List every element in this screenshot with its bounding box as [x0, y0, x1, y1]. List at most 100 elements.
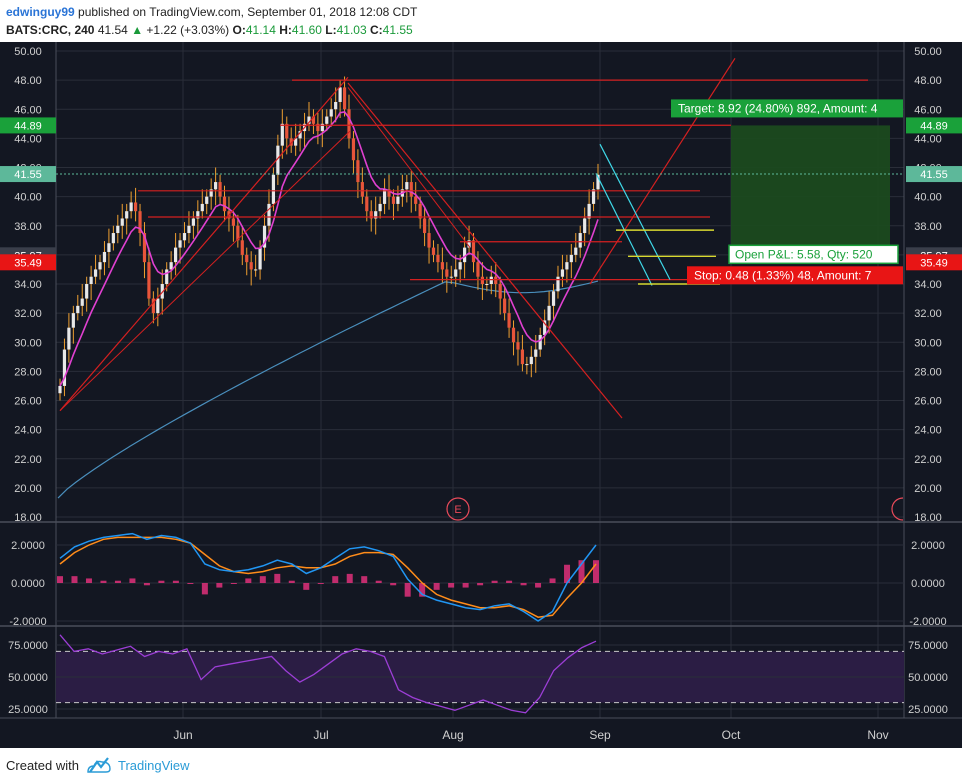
candle-body [485, 284, 489, 285]
histogram-bar [201, 583, 208, 595]
macd-y-tick-left: -2.0000 [9, 616, 46, 628]
candle-body [165, 269, 169, 284]
candle-body [351, 138, 356, 161]
y-tick-label-left: 26.00 [14, 396, 42, 408]
open-label: O: [232, 23, 246, 37]
histogram-bar [143, 583, 150, 586]
low-label: L: [325, 23, 337, 37]
pnl-label: Open P&L: 5.58, Qty: 520 [735, 247, 873, 261]
candle-body [89, 276, 93, 284]
low-value: 41.03 [336, 23, 367, 37]
candle-body [71, 313, 75, 328]
histogram-bar [491, 580, 498, 583]
candle-body [565, 262, 569, 270]
y-tick-label-left: 30.00 [14, 337, 42, 349]
x-tick-label: Jul [313, 728, 328, 742]
candle-body [129, 202, 133, 212]
candle-body [449, 276, 453, 278]
y-tick-label-left: 46.00 [14, 104, 42, 116]
candle-body [414, 196, 418, 204]
candle-body [107, 243, 111, 252]
candle-body [503, 298, 507, 314]
candle-body [111, 233, 115, 244]
histogram-bar [390, 583, 397, 586]
candle-body [280, 123, 284, 146]
high-label: H: [279, 23, 292, 37]
macd-y-tick-left: 2.0000 [11, 540, 45, 552]
histogram-bar [259, 576, 266, 583]
candle-body [556, 276, 560, 292]
macd-y-tick-right: 0.0000 [911, 578, 945, 590]
candle-body [494, 276, 498, 284]
candle-body [116, 225, 120, 234]
y-tick-label-right: 48.00 [914, 75, 942, 87]
tradingview-brand[interactable]: TradingView [118, 758, 190, 773]
candle-body [587, 203, 591, 219]
histogram-bar [230, 583, 237, 584]
candle-body [285, 123, 289, 139]
candle-body [520, 349, 525, 365]
histogram-bar [593, 560, 599, 583]
candle-body [338, 87, 342, 102]
tradingview-cloud-icon[interactable] [86, 756, 112, 774]
candle-body [498, 284, 502, 299]
publish-info: published on TradingView.com, September … [74, 5, 418, 19]
y-tick-label-left: 24.00 [14, 425, 42, 437]
histogram-bar [129, 578, 136, 583]
close-label: C: [369, 23, 383, 37]
candle-body [98, 262, 102, 270]
candle-body [356, 160, 360, 183]
candle-body [583, 218, 587, 234]
candle-body [445, 269, 449, 277]
candle-body [396, 196, 400, 204]
candle-body [156, 298, 160, 314]
histogram-bar [477, 583, 484, 586]
candle-body [454, 269, 458, 277]
chart-header: edwinguy99 published on TradingView.com,… [0, 0, 962, 42]
y-tick-label-right: 24.00 [914, 425, 942, 437]
y-tick-label-right: 28.00 [914, 366, 942, 378]
candle-body [569, 254, 573, 263]
histogram-bar [317, 583, 324, 584]
y-tick-label-right: 44.00 [914, 133, 942, 145]
created-with-label: Created with [6, 758, 79, 773]
y-tick-label-left: 22.00 [14, 454, 42, 466]
candle-body [591, 189, 596, 204]
candle-body [347, 109, 351, 139]
histogram-bar [375, 580, 382, 583]
candle-body [418, 203, 422, 219]
trading-chart[interactable]: Jun Jul Aug Sep Oct Nov 50.00 50.00 48.00 48.00 46… [0, 42, 962, 748]
author-link[interactable]: edwinguy99 [6, 5, 75, 19]
candle-body [249, 262, 253, 270]
earnings-marker-label: E [454, 504, 461, 516]
candle-body [200, 203, 204, 212]
rsi-y-tick-left: 75.0000 [8, 640, 48, 652]
candle-body [58, 385, 62, 394]
y-tick-label-left: 38.00 [14, 221, 42, 233]
candle-body [538, 334, 542, 350]
histogram-bar [549, 578, 556, 583]
candle-body [231, 218, 236, 226]
candle-body [458, 262, 462, 270]
histogram-bar [158, 580, 165, 583]
candle-body [529, 356, 533, 365]
rsi-y-tick-right: 25.0000 [908, 704, 948, 716]
candle-body [174, 247, 178, 263]
candle-body [147, 262, 151, 299]
histogram-bar [172, 580, 179, 583]
high-value: 41.60 [291, 23, 322, 37]
symbol-label: BATS:CRC, 240 [6, 23, 95, 37]
candle-body [205, 196, 209, 204]
x-tick-label: Jun [173, 728, 192, 742]
y-tick-label-right: 40.00 [914, 192, 942, 204]
y-tick-label-left: 44.00 [14, 133, 42, 145]
candle-body [182, 233, 187, 241]
y-tick-label-right: 30.00 [914, 337, 942, 349]
y-tick-label-right: 20.00 [914, 483, 942, 495]
y-tick-label-right: 32.00 [914, 308, 942, 320]
candle-body [436, 254, 440, 263]
target-zone [731, 125, 890, 256]
candle-body [102, 251, 107, 263]
histogram-bar [216, 583, 223, 588]
stop-price-tag: 35.49 [920, 257, 948, 269]
